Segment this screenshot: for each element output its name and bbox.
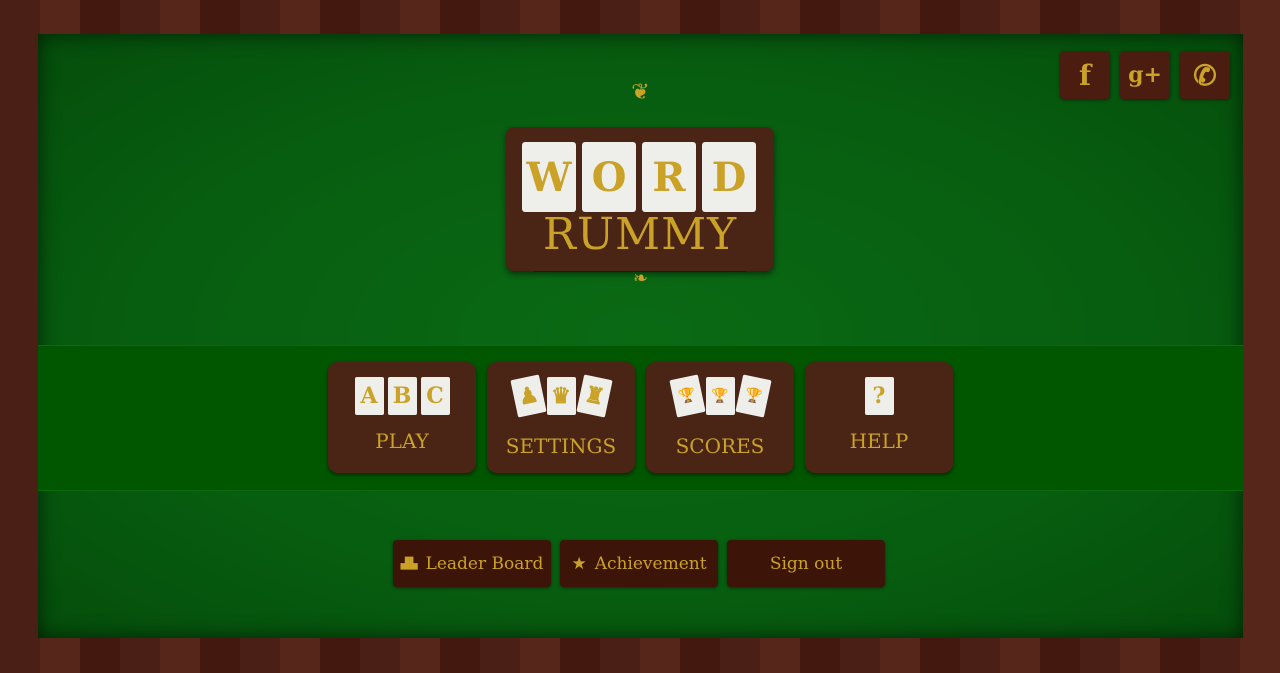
card: 🏆 bbox=[734, 374, 772, 418]
card: ♟ bbox=[509, 374, 547, 418]
logo-subtitle: RUMMY bbox=[542, 209, 738, 260]
scores-label: SCORES bbox=[675, 434, 765, 458]
scores-button[interactable]: 🏆 🏆 🏆 SCORES bbox=[646, 362, 794, 473]
sign-out-button[interactable]: Sign out bbox=[727, 540, 885, 587]
logo-tile: W bbox=[522, 142, 576, 212]
trophy-cards-icon: 🏆 🏆 🏆 bbox=[646, 374, 794, 418]
podium-icon: ▟▙ bbox=[400, 557, 418, 570]
card: ♛ bbox=[546, 377, 576, 415]
card: C bbox=[420, 377, 450, 415]
sign-out-label: Sign out bbox=[769, 553, 843, 574]
game-table: f g+ ✆ ❦ W O R D RUMMY ❧ A B C PLAY ♟ ♛ … bbox=[38, 34, 1243, 638]
logo: W O R D RUMMY bbox=[506, 127, 774, 271]
logo-tile: D bbox=[702, 142, 756, 212]
achievement-button[interactable]: ★ Achievement bbox=[560, 540, 718, 587]
settings-cards-icon: ♟ ♛ ♜ bbox=[487, 374, 635, 418]
logo-tile: R bbox=[642, 142, 696, 212]
question-card-icon: ? bbox=[805, 377, 953, 415]
ornament-top-icon: ❦ bbox=[631, 80, 650, 105]
play-button[interactable]: A B C PLAY bbox=[328, 362, 476, 473]
play-label: PLAY bbox=[375, 429, 429, 453]
leader-board-label: Leader Board bbox=[425, 553, 544, 574]
help-label: HELP bbox=[849, 429, 909, 453]
leader-board-button[interactable]: ▟▙ Leader Board bbox=[393, 540, 551, 587]
settings-label: SETTINGS bbox=[505, 434, 617, 458]
card: ? bbox=[864, 377, 894, 415]
logo-tile: O bbox=[582, 142, 636, 212]
card: ♜ bbox=[575, 374, 613, 418]
card: A bbox=[354, 377, 384, 415]
card: 🏆 bbox=[705, 377, 735, 415]
card: B bbox=[387, 377, 417, 415]
achievement-label: Achievement bbox=[594, 553, 707, 574]
star-icon: ★ bbox=[571, 553, 587, 574]
menu-band bbox=[38, 345, 1243, 491]
help-button[interactable]: ? HELP bbox=[805, 362, 953, 473]
abc-cards-icon: A B C bbox=[328, 377, 476, 415]
settings-button[interactable]: ♟ ♛ ♜ SETTINGS bbox=[487, 362, 635, 473]
ornament-bottom-icon: ❧ bbox=[632, 268, 649, 289]
card: 🏆 bbox=[668, 374, 706, 418]
